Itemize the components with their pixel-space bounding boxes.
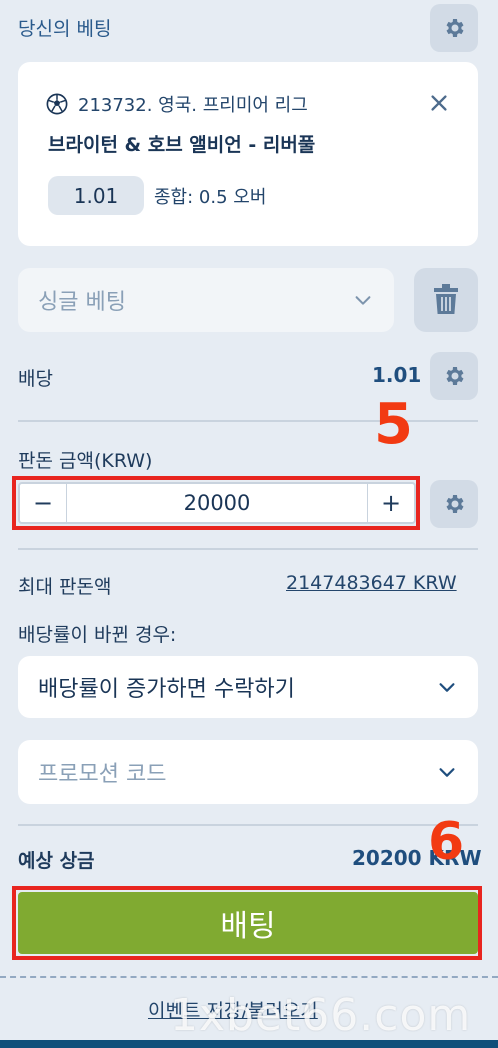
odds-change-value: 배당률이 증가하면 수락하기 <box>38 677 295 702</box>
bottom-bar <box>0 1040 498 1048</box>
divider <box>18 824 478 826</box>
betslip-title: 당신의 베팅 <box>18 18 112 40</box>
clear-betslip-button[interactable] <box>414 268 478 332</box>
watermark: 1xbet66.com <box>170 990 472 1041</box>
gear-icon <box>446 495 464 513</box>
stake-settings-button[interactable] <box>430 480 478 528</box>
step-6-annotation: 6 <box>428 812 465 872</box>
soccer-ball-icon <box>46 93 68 115</box>
chevron-down-icon <box>355 296 371 305</box>
match-title: 브라이턴 & 호브 앨비언 - 리버풀 <box>48 134 316 156</box>
bet-type-select[interactable]: 싱글 베팅 <box>18 268 394 332</box>
bet-type-value: 싱글 베팅 <box>38 290 126 315</box>
close-icon[interactable] <box>428 92 450 114</box>
chevron-down-icon <box>439 768 455 777</box>
market-label: 종합: 0.5 오버 <box>154 187 267 208</box>
dashed-divider <box>0 976 498 978</box>
step-5-annotation: 5 <box>374 392 413 457</box>
promo-code-placeholder: 프로모션 코드 <box>38 762 167 787</box>
chevron-down-icon <box>439 683 455 692</box>
max-stake-link[interactable]: 2147483647 KRW <box>286 572 457 594</box>
gear-icon <box>446 19 464 37</box>
event-info: 213732. 영국. 프리미어 리그 <box>78 95 308 116</box>
stake-label: 판돈 금액(KRW) <box>18 450 153 472</box>
coef-settings-button[interactable] <box>430 352 478 400</box>
divider <box>18 548 478 550</box>
odds-change-select[interactable]: 배당률이 증가하면 수락하기 <box>18 656 478 718</box>
odds-chip: 1.01 <box>48 176 144 215</box>
promo-code-field[interactable]: 프로모션 코드 <box>18 740 478 804</box>
coef-value: 1.01 <box>372 363 422 387</box>
coef-label: 배당 <box>18 368 53 390</box>
odds-change-label: 배당률이 바뀐 경우: <box>18 624 177 646</box>
max-stake-label: 최대 판돈액 <box>18 576 112 598</box>
highlight-box-place-bet <box>12 886 482 960</box>
betslip-settings-button[interactable] <box>430 4 478 52</box>
trash-icon <box>434 284 458 314</box>
payout-label: 예상 상금 <box>18 850 95 872</box>
gear-icon <box>446 367 464 385</box>
highlight-box-stake <box>12 476 420 530</box>
